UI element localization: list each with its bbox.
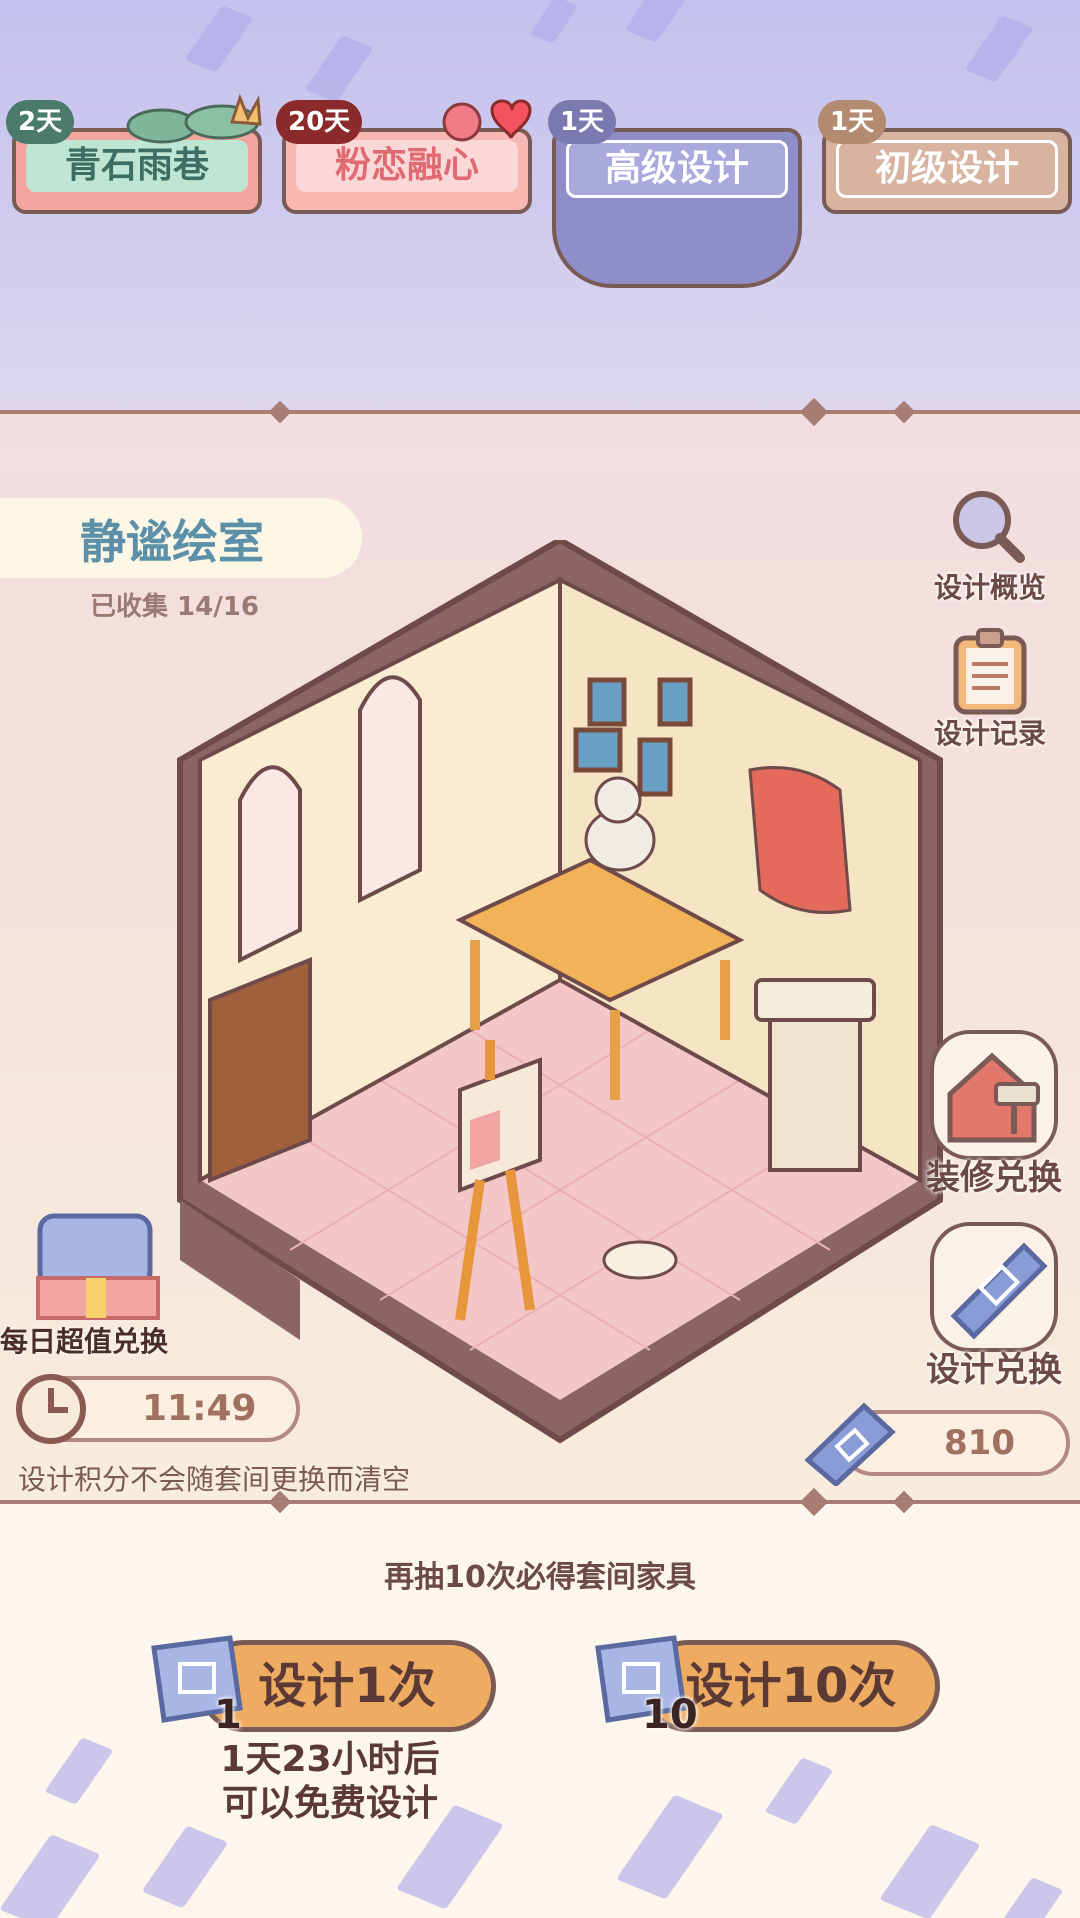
clipboard-icon[interactable] — [952, 626, 1028, 716]
tab-basic-design[interactable]: 初级设计 1天 — [818, 100, 1072, 230]
records-label[interactable]: 设计记录 — [920, 712, 1060, 752]
pity-text: 再抽10次必得套间家具 — [384, 1560, 696, 1595]
heart-decoration-icon — [442, 99, 532, 142]
points-note: 设计积分不会随套间更换而清空 — [18, 1463, 411, 1496]
tab-badge: 1天 — [818, 100, 887, 144]
decor-exchange-button[interactable] — [930, 1030, 1058, 1160]
magnifier-icon[interactable] — [948, 486, 1028, 566]
tab-badge: 20天 — [276, 100, 363, 144]
house-roller-icon — [947, 1052, 1040, 1143]
free-design-note: 1天23小时后 可以免费设计 — [180, 1738, 480, 1826]
ticket-icon — [950, 1242, 1048, 1340]
daily-deal-label[interactable]: 每日超值兑换 — [0, 1320, 168, 1360]
ticket-icon — [804, 1402, 896, 1486]
tab-label: 高级设计 — [566, 140, 788, 198]
design-exchange-button[interactable] — [930, 1222, 1058, 1352]
free-line-2: 可以免费设计 — [221, 1783, 438, 1824]
clock-icon — [16, 1374, 86, 1444]
draw-ten-cost: 10 — [642, 1692, 698, 1738]
room-illustration — [177, 540, 943, 1444]
free-line-1: 1天23小时后 — [220, 1739, 440, 1780]
lotus-decoration-icon — [126, 93, 262, 144]
tab-qingshi[interactable]: 青石雨巷 2天 — [6, 93, 262, 230]
tab-badge: 2天 — [6, 100, 75, 144]
overview-label[interactable]: 设计概览 — [920, 566, 1060, 606]
tab-fenlian[interactable]: 粉恋融心 20天 — [276, 99, 532, 230]
bottom-divider — [0, 1500, 1080, 1504]
decor-exchange-label[interactable]: 装修兑换 — [916, 1150, 1072, 1199]
timer-value: 11:49 — [142, 1388, 257, 1429]
top-divider — [0, 410, 1080, 414]
draw-once-cost: 1 — [214, 1692, 242, 1738]
tab-label: 初级设计 — [836, 140, 1058, 198]
design-exchange-label[interactable]: 设计兑换 — [916, 1342, 1072, 1391]
tab-advanced-design[interactable]: 高级设计 1天 — [548, 100, 802, 300]
points-value: 810 — [944, 1423, 1015, 1463]
tab-badge: 1天 — [548, 100, 617, 144]
gift-scroll-icon[interactable] — [20, 1196, 170, 1326]
